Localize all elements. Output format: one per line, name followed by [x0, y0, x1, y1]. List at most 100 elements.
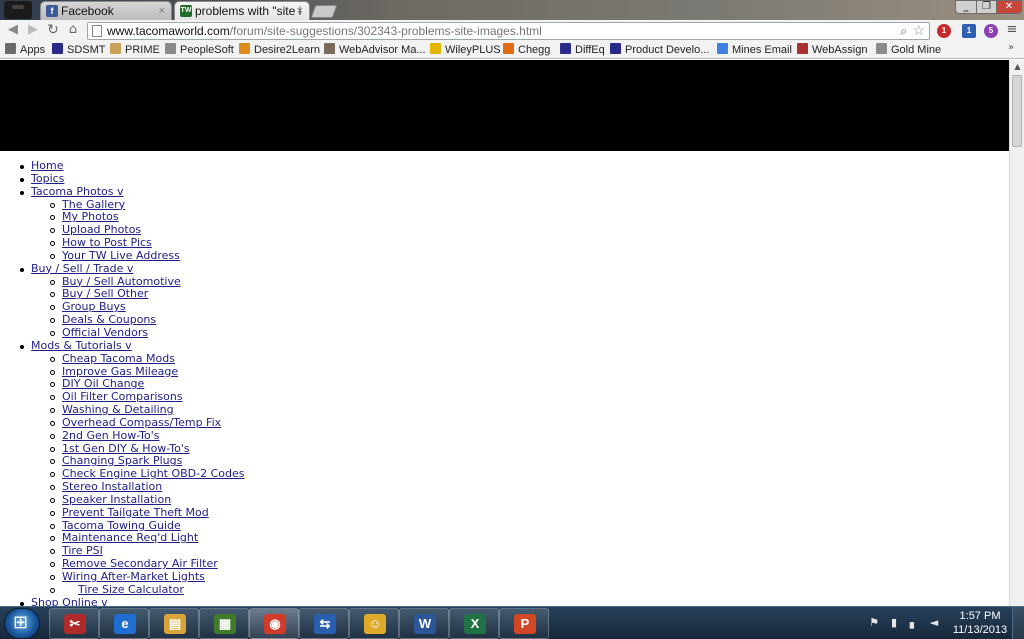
bookmark-item[interactable]: WebAdvisor Ma...: [324, 42, 426, 58]
action-center-flag-icon[interactable]: ⚑: [868, 617, 880, 629]
extension-adblock-icon[interactable]: 1: [937, 24, 951, 38]
nav-link[interactable]: Home: [31, 159, 63, 172]
nav-sublink[interactable]: Upload Photos: [62, 223, 141, 236]
bookmark-item[interactable]: PeopleSoft: [165, 42, 234, 58]
nav-sublink[interactable]: Speaker Installation: [62, 493, 171, 506]
nav-subitem: My Photos: [0, 210, 1009, 224]
nav-sublink[interactable]: Improve Gas Mileage: [62, 365, 178, 378]
extension-peace-icon[interactable]: 5: [984, 24, 998, 38]
nav-subitem: Wiring After-Market Lights: [0, 570, 1009, 584]
back-arrow-icon[interactable]: ◀: [5, 22, 21, 38]
bookmark-icon: [324, 43, 335, 54]
nav-link[interactable]: Shop Online v: [31, 596, 108, 606]
nav-sublink[interactable]: Prevent Tailgate Theft Mod: [62, 506, 209, 519]
taskbar-internet-explorer[interactable]: e: [99, 608, 149, 639]
nav-item: Topics: [0, 172, 1009, 186]
scroll-up-arrow-icon[interactable]: ▲: [1010, 60, 1024, 74]
nav-sublink[interactable]: Tire PSI: [62, 544, 103, 557]
volume-icon[interactable]: ◄: [928, 617, 940, 629]
vertical-scrollbar[interactable]: ▲: [1009, 60, 1024, 606]
nav-sublink[interactable]: How to Post Pics: [62, 236, 152, 249]
taskbar-remote-desktop[interactable]: ⇆: [299, 608, 349, 639]
taskbar-minecraft[interactable]: ▦: [199, 608, 249, 639]
bookmark-item[interactable]: DiffEq: [560, 42, 605, 58]
nav-sublink[interactable]: Official Vendors: [62, 326, 148, 339]
nav-sublink[interactable]: My Photos: [62, 210, 119, 223]
nav-sublink[interactable]: Stereo Installation: [62, 480, 162, 493]
bookmark-item[interactable]: Gold Mine: [876, 42, 941, 58]
nav-sublink[interactable]: Oil Filter Comparisons: [62, 390, 183, 403]
bookmark-item[interactable]: Product Develo...: [610, 42, 709, 58]
close-window-button[interactable]: ✕: [996, 0, 1022, 14]
reload-icon[interactable]: ↻: [45, 22, 61, 38]
nav-link[interactable]: Topics: [31, 172, 64, 185]
bookmark-item[interactable]: Apps: [5, 42, 45, 58]
start-button[interactable]: [4, 608, 40, 639]
nav-link[interactable]: Mods & Tutorials v: [31, 339, 132, 352]
nav-sublink[interactable]: Changing Spark Plugs: [62, 454, 182, 467]
bookmark-item[interactable]: PRIME: [110, 42, 160, 58]
bookmark-star-icon[interactable]: ☆: [912, 22, 925, 38]
facebook-icon: f: [46, 5, 58, 17]
taskbar-chrome[interactable]: ◉: [249, 608, 299, 639]
taskbar-excel[interactable]: X: [449, 608, 499, 639]
tab-facebook[interactable]: f Facebook ×: [40, 1, 172, 20]
close-icon[interactable]: ×: [159, 2, 165, 20]
nav-sublink[interactable]: Cheap Tacoma Mods: [62, 352, 175, 365]
taskbar-powerpoint[interactable]: P: [499, 608, 549, 639]
extension-notification-icon[interactable]: 1: [962, 24, 976, 38]
nav-sublink[interactable]: Wiring After-Market Lights: [62, 570, 205, 583]
nav-sublink[interactable]: Deals & Coupons: [62, 313, 156, 326]
power-icon[interactable]: ▮: [888, 617, 900, 629]
nav-sublink[interactable]: Check Engine Light OBD-2 Codes: [62, 467, 245, 480]
taskbar-word[interactable]: W: [399, 608, 449, 639]
taskbar-snipping-tool[interactable]: ✂: [49, 608, 99, 639]
new-tab-button[interactable]: [310, 5, 338, 18]
address-bar[interactable]: www.tacomaworld.com/forum/site-suggestio…: [87, 22, 930, 40]
show-desktop-button[interactable]: [1012, 607, 1024, 639]
nav-sublink[interactable]: Buy / Sell Automotive: [62, 275, 181, 288]
user-avatar[interactable]: [4, 1, 32, 19]
scrollbar-thumb[interactable]: [1012, 75, 1022, 147]
nav-link[interactable]: Tacoma Photos v: [31, 185, 124, 198]
nav-sublink[interactable]: Tacoma Towing Guide: [62, 519, 181, 532]
nav-sublink[interactable]: 2nd Gen How-To's: [62, 429, 160, 442]
nav-link[interactable]: Buy / Sell / Trade v: [31, 262, 133, 275]
home-icon[interactable]: ⌂: [65, 22, 81, 38]
bookmark-label: PeopleSoft: [180, 44, 234, 56]
more-bookmarks-icon[interactable]: »: [1008, 42, 1014, 53]
tab-tacomaworld[interactable]: TW problems with "site i ×: [174, 1, 310, 20]
nav-sublink[interactable]: 1st Gen DIY & How-To's: [62, 442, 190, 455]
nav-sublink[interactable]: Your TW Live Address: [62, 249, 180, 262]
nav-sublink[interactable]: Remove Secondary Air Filter: [62, 557, 218, 570]
network-icon[interactable]: ▖: [908, 617, 920, 629]
bookmark-icon: [797, 43, 808, 54]
nav-sublink[interactable]: DIY Oil Change: [62, 377, 144, 390]
zoom-icon[interactable]: ⌕: [900, 23, 907, 39]
nav-sublink[interactable]: Tire Size Calculator: [78, 583, 184, 596]
nav-sublink[interactable]: Buy / Sell Other: [62, 287, 148, 301]
minecraft-icon: ▦: [214, 614, 236, 634]
nav-sublink[interactable]: Maintenance Req'd Light: [62, 531, 198, 545]
restore-button[interactable]: ❐: [976, 0, 997, 14]
bookmark-item[interactable]: Mines Email: [717, 42, 792, 58]
nav-sublink[interactable]: Overhead Compass/Temp Fix: [62, 416, 221, 429]
menu-icon[interactable]: ≡: [1005, 23, 1019, 37]
taskbar-file-explorer[interactable]: ▤: [149, 608, 199, 639]
nav-sublink[interactable]: Washing & Detailing: [62, 403, 174, 416]
nav-sublink[interactable]: Group Buys: [62, 300, 126, 313]
bookmark-label: WebAssign: [812, 44, 868, 56]
minimize-button[interactable]: _: [955, 0, 977, 14]
taskbar-outlook-contacts[interactable]: ☺: [349, 608, 399, 639]
bookmark-item[interactable]: WileyPLUS: [430, 42, 501, 58]
clock[interactable]: 1:57 PM 11/13/2013: [950, 609, 1010, 637]
forward-arrow-icon[interactable]: ▶: [25, 22, 41, 38]
bookmark-item[interactable]: SDSMT: [52, 42, 106, 58]
close-icon[interactable]: ×: [297, 2, 303, 20]
bookmark-item[interactable]: WebAssign: [797, 42, 867, 58]
bookmark-item[interactable]: Desire2Learn: [239, 42, 320, 58]
bookmark-icon: [110, 43, 121, 54]
bookmark-item[interactable]: Chegg: [503, 42, 550, 58]
tab-label: Facebook: [61, 4, 114, 18]
nav-sublink[interactable]: The Gallery: [62, 198, 125, 211]
